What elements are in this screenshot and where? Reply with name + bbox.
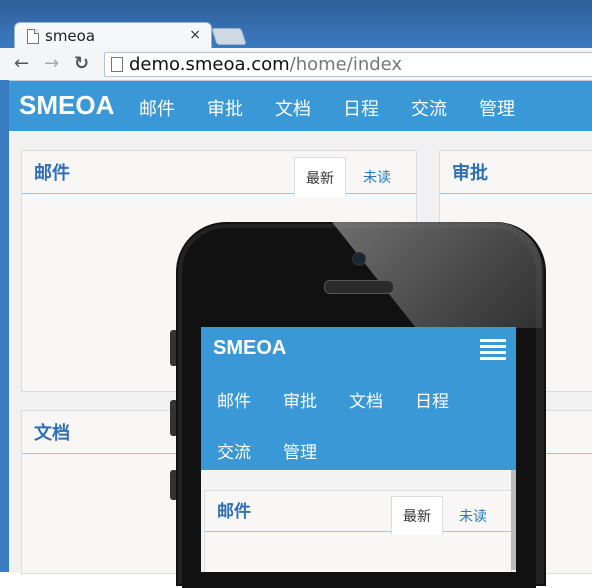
speaker-grille	[324, 280, 394, 294]
nav-item-admin[interactable]: 管理	[479, 95, 515, 121]
nav-item-schedule[interactable]: 日程	[343, 95, 379, 121]
back-arrow-icon[interactable]: ←	[14, 54, 29, 74]
address-bar[interactable]: demo.smeoa.com/home/index	[104, 52, 592, 77]
nav-item-communication[interactable]: 交流	[411, 95, 447, 121]
mobile-nav-item-schedule[interactable]: 日程	[415, 387, 449, 412]
mobile-brand[interactable]: SMEOA	[213, 337, 286, 360]
new-tab-button[interactable]	[211, 28, 247, 45]
panel-title: 审批	[452, 163, 488, 184]
mobile-header: SMEOA 邮件 审批 文档 日程 交流 管理	[201, 327, 516, 470]
mobile-mail-panel: 邮件 最新 未读	[204, 490, 512, 572]
nav-item-approval[interactable]: 审批	[207, 95, 243, 121]
tab-unread[interactable]: 未读	[363, 167, 391, 187]
nav-item-mail[interactable]: 邮件	[139, 95, 175, 121]
brand-logo[interactable]: SMEOA	[19, 90, 114, 121]
panel-title: 邮件	[34, 163, 70, 184]
panel-title: 文档	[34, 423, 70, 444]
divider	[205, 531, 511, 532]
mobile-nav-item-approval[interactable]: 审批	[283, 387, 317, 412]
panel-title: 邮件	[217, 502, 251, 522]
main-nav: 邮件 审批 文档 日程 交流 管理	[139, 95, 515, 121]
tab-latest[interactable]: 最新	[391, 496, 443, 535]
divider	[22, 193, 416, 194]
camera-icon	[352, 252, 366, 266]
page-info-icon	[111, 57, 123, 72]
browser-tab[interactable]: smeoa ×	[14, 22, 212, 49]
browser-toolbar: ← → ↻ demo.smeoa.com/home/index	[0, 48, 592, 81]
mobile-screen: SMEOA 邮件 审批 文档 日程 交流 管理 邮件 最新 未读	[201, 327, 516, 572]
address-url: demo.smeoa.com/home/index	[129, 54, 403, 75]
close-tab-icon[interactable]: ×	[189, 27, 201, 43]
window-frame	[0, 80, 9, 572]
site-header: SMEOA 邮件 审批 文档 日程 交流 管理	[9, 81, 592, 131]
mobile-nav-item-admin[interactable]: 管理	[283, 438, 317, 463]
page-icon	[27, 29, 39, 44]
scrollbar[interactable]	[511, 470, 516, 570]
forward-arrow-icon[interactable]: →	[44, 54, 59, 74]
nav-item-docs[interactable]: 文档	[275, 95, 311, 121]
list-icon[interactable]	[480, 339, 506, 360]
mobile-nav-item-docs[interactable]: 文档	[349, 387, 383, 412]
mobile-nav: 邮件 审批 文档 日程 交流 管理	[217, 387, 507, 463]
reload-icon[interactable]: ↻	[74, 54, 89, 74]
mobile-nav-item-mail[interactable]: 邮件	[217, 387, 251, 412]
divider	[440, 193, 592, 194]
tab-unread[interactable]: 未读	[459, 506, 487, 526]
mobile-nav-item-communication[interactable]: 交流	[217, 438, 251, 463]
tab-latest[interactable]: 最新	[294, 157, 346, 197]
tab-title: smeoa	[45, 27, 96, 45]
